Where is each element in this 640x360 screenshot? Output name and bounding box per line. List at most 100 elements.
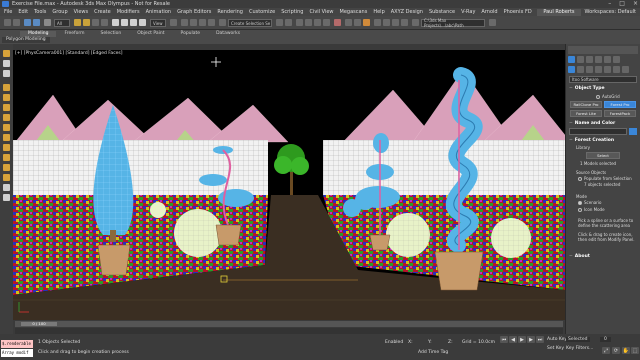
object-name-field[interactable] (569, 128, 627, 135)
toggle-ribbon-icon[interactable] (305, 19, 312, 26)
vray-toolbar-icon[interactable] (374, 19, 381, 26)
time-slider[interactable]: 0 / 100 (15, 321, 563, 327)
forest-lite-button[interactable]: Forest Lite (570, 110, 602, 117)
tab-dataworks[interactable]: Dataworks (208, 31, 248, 37)
go-to-start-icon[interactable]: ⏮ (500, 336, 508, 343)
maximize-icon[interactable]: □ (619, 0, 625, 7)
category-dropdown[interactable]: Itoo Software (569, 76, 637, 83)
bind-space-warp-icon[interactable] (44, 19, 51, 26)
shapes-filter-icon[interactable] (3, 94, 10, 101)
helpers-icon[interactable] (604, 66, 611, 73)
menu-create[interactable]: Create (94, 9, 111, 15)
key-filters-button[interactable]: Key Filters... (566, 346, 593, 351)
rendered-frame-window-icon[interactable] (354, 19, 361, 26)
spacewarps-icon[interactable] (613, 66, 620, 73)
geometry-icon[interactable] (568, 66, 575, 73)
menu-axyz[interactable]: AXYZ Design (391, 9, 423, 15)
redo-icon[interactable] (13, 19, 20, 26)
selection-filter-dropdown[interactable]: All (54, 19, 70, 27)
menu-vray[interactable]: V-Ray (461, 9, 475, 15)
rect-selection-icon[interactable] (92, 19, 99, 26)
menu-modifiers[interactable]: Modifiers (117, 9, 140, 15)
close-icon[interactable]: × (633, 0, 638, 7)
menu-help[interactable]: Help (373, 9, 384, 15)
about-header[interactable]: About (569, 254, 590, 259)
move-icon[interactable] (112, 19, 119, 26)
icon-mode-radio[interactable] (578, 208, 582, 212)
vray-vfb-icon[interactable] (383, 19, 390, 26)
sort-hierarchy-icon[interactable] (3, 184, 10, 191)
object-color-swatch[interactable] (629, 128, 637, 135)
play-icon[interactable]: ▶ (518, 336, 526, 343)
menu-views[interactable]: Views (74, 9, 88, 15)
reference-coord-dropdown[interactable]: View (150, 19, 166, 27)
menu-customize[interactable]: Customize (249, 9, 275, 15)
place-icon[interactable] (139, 19, 146, 26)
window-crossing-icon[interactable] (101, 19, 108, 26)
systems-icon[interactable] (622, 66, 629, 73)
workspaces-dropdown[interactable]: Workspaces: Default (585, 9, 636, 15)
next-frame-icon[interactable]: ▶ (527, 336, 535, 343)
groups-filter-icon[interactable] (3, 144, 10, 151)
menu-scripting[interactable]: Scripting (281, 9, 303, 15)
minimize-icon[interactable]: – (608, 0, 611, 7)
rotate-icon[interactable] (121, 19, 128, 26)
enabled-label[interactable]: Enabled (385, 340, 403, 345)
named-selection-set-dropdown[interactable]: Create Selection Se (228, 19, 272, 27)
arnold-render-icon[interactable] (392, 19, 399, 26)
select-library-button[interactable]: Select (586, 152, 620, 159)
hierarchy-tab-icon[interactable] (586, 56, 593, 63)
menu-rendering[interactable]: Rendering (217, 9, 243, 15)
populate-from-selection-checkbox[interactable] (578, 177, 582, 181)
schematic-view-icon[interactable] (323, 19, 330, 26)
menu-tools[interactable]: Tools (34, 9, 46, 15)
object-type-header[interactable]: Object Type (569, 86, 605, 91)
cameras-icon[interactable] (595, 66, 602, 73)
snaps-toggle-icon[interactable] (181, 19, 188, 26)
forestpack-button[interactable]: ForestPack (604, 110, 636, 117)
project-path-dropdown[interactable]: C:\3ds Max Projects\...\abc\Path (421, 18, 485, 28)
menu-animation[interactable]: Animation (146, 9, 172, 15)
project-settings-icon[interactable] (489, 19, 496, 26)
autogrid-checkbox[interactable] (596, 95, 600, 99)
cameras-filter-icon[interactable] (3, 114, 10, 121)
scenario-radio[interactable] (578, 201, 582, 205)
percent-snap-icon[interactable] (199, 19, 206, 26)
maxscript-listener-line2[interactable]: Array modif (1, 349, 33, 357)
auto-key-button[interactable]: Auto Key (547, 337, 567, 342)
spacewarps-filter-icon[interactable] (3, 134, 10, 141)
render-production-icon[interactable] (363, 19, 370, 26)
find-icon[interactable] (3, 194, 10, 201)
orbit-icon[interactable]: ⟳ (612, 347, 620, 354)
prev-frame-icon[interactable]: ◀ (509, 336, 517, 343)
menu-civil-view[interactable]: Civil View (309, 9, 333, 15)
select-by-name-icon[interactable] (83, 19, 90, 26)
polygon-modeling-label[interactable]: Polygon Modeling (2, 37, 50, 43)
tab-object-paint[interactable]: Object Paint (129, 31, 172, 37)
edit-named-sets-icon[interactable] (219, 19, 226, 26)
shapes-icon[interactable] (577, 66, 584, 73)
railclone-pro-button[interactable]: RailClone Pro (570, 101, 602, 108)
bones-filter-icon[interactable] (3, 164, 10, 171)
pan-icon[interactable]: ✋ (622, 347, 630, 354)
go-to-end-icon[interactable]: ⏭ (536, 336, 544, 343)
geometry-filter-icon[interactable] (3, 84, 10, 91)
containers-filter-icon[interactable] (3, 174, 10, 181)
motion-tab-icon[interactable] (595, 56, 602, 63)
create-tab-icon[interactable] (568, 56, 575, 63)
time-slider-thumb[interactable]: 0 / 100 (21, 322, 57, 326)
link-icon[interactable] (24, 19, 31, 26)
set-key-button[interactable]: Set Key (547, 346, 564, 351)
angle-snap-icon[interactable] (190, 19, 197, 26)
display-tab-icon[interactable] (604, 56, 611, 63)
align-icon[interactable] (285, 19, 292, 26)
menu-phoenix[interactable]: Phoenix FD (504, 9, 532, 15)
add-time-tag-button[interactable]: Add Time Tag (418, 350, 448, 355)
scale-icon[interactable] (130, 19, 137, 26)
menu-edit[interactable]: Edit (18, 9, 28, 15)
tab-selection[interactable]: Selection (93, 31, 130, 37)
helpers-filter-icon[interactable] (3, 124, 10, 131)
pivot-center-icon[interactable] (170, 19, 177, 26)
forest-pro-button[interactable]: Forest Pro (604, 101, 636, 108)
scene-explorer-icon[interactable] (3, 50, 10, 57)
